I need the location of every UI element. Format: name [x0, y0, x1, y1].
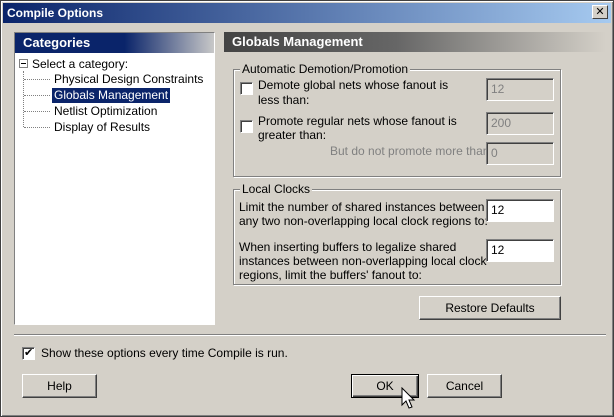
help-button[interactable]: Help [22, 374, 97, 398]
demote-label-line1: Demote global nets whose fanout is [258, 78, 449, 92]
tree-item-label: Physical Design Constraints [54, 72, 204, 86]
max-promote-label: But do not promote more than: [330, 144, 493, 158]
local-clocks-title: Local Clocks [240, 182, 313, 196]
shared-instances-limit-field[interactable]: 12 [486, 199, 554, 222]
buffer-label-line3: regions, limit the buffers' fanout to: [239, 268, 422, 282]
buffer-label-line1: When inserting buffers to legalize share… [239, 240, 457, 254]
categories-header: Categories [15, 33, 214, 53]
restore-defaults-button[interactable]: Restore Defaults [419, 296, 561, 320]
separator [14, 334, 606, 336]
demotion-promotion-group: Automatic Demotion/Promotion Demote glob… [233, 62, 561, 177]
promote-fanout-field[interactable]: 200 [486, 112, 554, 135]
show-options-checkbox[interactable] [22, 346, 35, 360]
page-title: Globals Management [232, 34, 363, 49]
mouse-cursor-icon [401, 387, 416, 409]
local-clocks-group: Local Clocks Limit the number of shared … [233, 182, 561, 285]
collapse-icon[interactable] [19, 59, 28, 68]
show-options-label: Show these options every time Compile is… [41, 346, 288, 360]
demotion-promotion-title: Automatic Demotion/Promotion [240, 62, 411, 76]
tree-root-label: Select a category: [32, 57, 129, 71]
promote-regular-nets-checkbox[interactable] [240, 120, 253, 133]
promote-label-line2: greater than: [258, 128, 327, 142]
buffer-label-line2: instances between non-overlapping local … [239, 254, 487, 268]
limit-label-line2: any two non-overlapping local clock regi… [239, 214, 488, 228]
title-bar[interactable]: Compile Options ✕ [3, 3, 611, 23]
buffer-fanout-limit-field[interactable]: 12 [486, 239, 554, 262]
tree-item-label: Display of Results [54, 120, 151, 134]
tree-item-label: Globals Management [52, 88, 171, 103]
categories-title: Categories [23, 35, 91, 50]
cancel-button[interactable]: Cancel [427, 374, 502, 398]
promote-label-line1: Promote regular nets whose fanout is [258, 114, 457, 128]
window-title: Compile Options [7, 6, 103, 20]
close-button[interactable]: ✕ [592, 5, 608, 19]
tree-item-label: Netlist Optimization [54, 104, 158, 118]
categories-panel: Categories Select a category: Physical D… [14, 32, 215, 325]
demote-fanout-field[interactable]: 12 [486, 78, 554, 101]
demote-label-line2: less than: [258, 93, 310, 107]
demote-global-nets-checkbox[interactable] [240, 82, 253, 95]
max-promote-field[interactable]: 0 [486, 142, 554, 165]
compile-options-dialog: Compile Options ✕ Categories Select a ca… [0, 0, 614, 417]
limit-label-line1: Limit the number of shared instances bet… [239, 200, 485, 214]
content-header: Globals Management [224, 32, 606, 52]
